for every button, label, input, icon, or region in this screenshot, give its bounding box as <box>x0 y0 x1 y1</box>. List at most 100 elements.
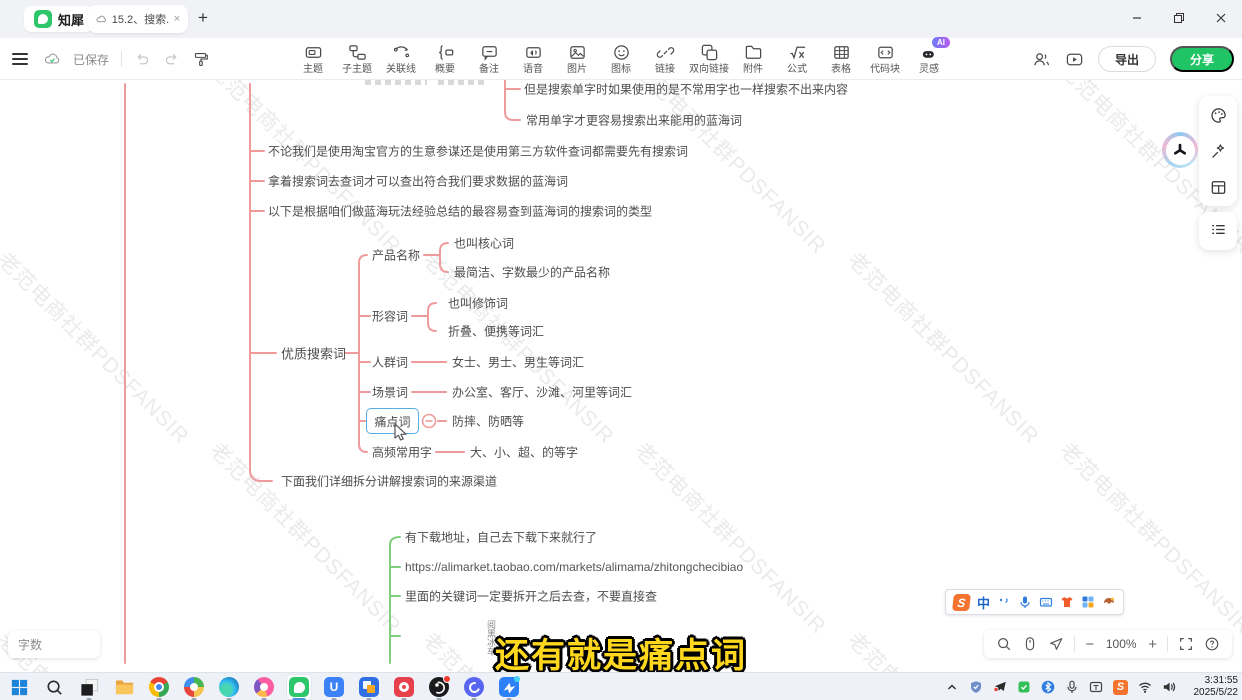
node-source-url[interactable]: https://alimarket.taobao.com/markets/ali… <box>405 560 743 574</box>
tool-table[interactable]: 表格 <box>819 41 863 75</box>
share-button[interactable]: 分享 <box>1170 46 1234 72</box>
tool-voice[interactable]: 语音 <box>511 41 555 75</box>
tool-relation-line[interactable]: 关联线 <box>379 41 423 75</box>
layout-icon[interactable] <box>1209 178 1228 197</box>
tray-green-app-icon[interactable] <box>1017 680 1031 694</box>
menu-hamburger-icon[interactable] <box>8 49 32 69</box>
node-child-label[interactable]: 人群词 <box>372 354 408 371</box>
taskbar-chrome[interactable] <box>146 674 172 700</box>
export-button[interactable]: 导出 <box>1098 46 1156 72</box>
ime-mic-icon[interactable] <box>1018 595 1032 609</box>
tool-image[interactable]: 图片 <box>555 41 599 75</box>
taskbar-o-app[interactable] <box>391 674 417 700</box>
node-statement[interactable]: 拿着搜索词去查词才可以查出符合我们要求数据的蓝海词 <box>268 173 568 190</box>
tool-bidirectional-link[interactable]: 双向链接 <box>687 41 731 75</box>
zoom-in-button[interactable]: + <box>1148 637 1157 652</box>
taskbar-obs[interactable] <box>426 674 452 700</box>
taskbar-clock[interactable]: 3:31:55 2025/5/22 <box>1194 675 1239 699</box>
taskbar-media-app[interactable] <box>251 674 277 700</box>
node-child-label[interactable]: 高频常用字 <box>372 444 432 461</box>
speaker-icon[interactable] <box>1162 680 1176 694</box>
ai-assistant-button[interactable] <box>1162 132 1198 168</box>
taskbar-edge[interactable] <box>216 674 242 700</box>
taskbar-app-snip[interactable] <box>76 674 102 700</box>
node-child-label[interactable]: 场景词 <box>372 384 408 401</box>
node-detail[interactable]: 防摔、防晒等 <box>452 413 524 430</box>
zoom-level[interactable]: 100% <box>1104 637 1138 651</box>
tool-note[interactable]: 备注 <box>467 41 511 75</box>
search-canvas-icon[interactable] <box>996 636 1012 652</box>
node-statement[interactable]: 下面我们详细拆分讲解搜索词的来源渠道 <box>281 473 497 490</box>
locate-center-icon[interactable] <box>1048 636 1064 652</box>
redo-icon[interactable] <box>163 51 180 68</box>
node-child-label[interactable]: 形容词 <box>372 308 408 325</box>
node-quality-keywords[interactable]: 优质搜索词 <box>281 344 346 363</box>
node-statement[interactable]: 但是搜索单字时如果使用的是不常用字也一样搜索不出来内容 <box>524 81 848 98</box>
undo-icon[interactable] <box>134 51 151 68</box>
palette-icon[interactable] <box>1209 106 1228 125</box>
ime-mode-label[interactable]: 中 <box>977 593 990 612</box>
sogou-logo-icon[interactable]: S <box>952 594 971 611</box>
tab-close-icon[interactable]: × <box>174 13 180 25</box>
taskbar-circle-app[interactable] <box>461 674 487 700</box>
restore-button[interactable] <box>1166 6 1192 30</box>
ime-keyboard-icon[interactable] <box>1039 595 1053 609</box>
tool-formula[interactable]: 公式 <box>775 41 819 75</box>
node-source-item[interactable]: 里面的关键词一定要拆开之后去查，不要直接查 <box>405 588 657 605</box>
node-source-item[interactable]: 有下载地址，自己去下载下来就行了 <box>405 529 597 546</box>
mindmap-canvas[interactable]: 老范电商社群PDSFANSIR老范电商社群PDSFANSIR老范电商社群PDSF… <box>0 80 1242 672</box>
tool-link[interactable]: 链接 <box>643 41 687 75</box>
collaborators-icon[interactable] <box>1032 50 1051 69</box>
node-statement[interactable]: 以下是根据咱们做蓝海玩法经验总结的最容易查到蓝海词的搜索词的类型 <box>268 203 652 220</box>
tray-expand-chevron-icon[interactable] <box>945 680 959 694</box>
format-painter-icon[interactable] <box>192 51 209 68</box>
document-tab[interactable]: 15.2、搜索... × <box>88 5 188 33</box>
bluetooth-icon[interactable] <box>1041 680 1055 694</box>
start-button[interactable] <box>6 674 32 700</box>
tool-attachment[interactable]: 附件 <box>731 41 775 75</box>
taskbar-docs-app[interactable] <box>356 674 382 700</box>
telegram-icon[interactable] <box>993 680 1007 694</box>
punctuation-icon[interactable] <box>997 595 1011 609</box>
node-detail[interactable]: 办公室、客厅、沙滩、河里等词汇 <box>452 384 632 401</box>
close-window-button[interactable] <box>1208 6 1234 30</box>
zoom-out-button[interactable]: − <box>1085 637 1094 652</box>
ime-smart-icon[interactable] <box>1102 595 1116 609</box>
taskbar-360-browser[interactable] <box>181 674 207 700</box>
fullscreen-icon[interactable] <box>1178 636 1194 652</box>
node-statement[interactable]: 不论我们是使用淘宝官方的生意参谋还是使用第三方软件查词都需要先有搜索词 <box>268 143 688 160</box>
node-detail[interactable]: 折叠、便携等词汇 <box>448 323 544 340</box>
ime-indicator-icon[interactable] <box>1089 680 1103 694</box>
tool-summary[interactable]: 概要 <box>423 41 467 75</box>
tool-sticker[interactable]: 图标 <box>599 41 643 75</box>
ime-skin-icon[interactable] <box>1060 595 1074 609</box>
magic-wand-icon[interactable] <box>1209 142 1228 161</box>
security-shield-icon[interactable] <box>969 680 983 694</box>
node-statement[interactable]: 常用单字才更容易搜索出来能用的蓝海词 <box>526 112 742 129</box>
taskbar-u-app[interactable]: U <box>321 674 347 700</box>
video-tutorial-icon[interactable] <box>1065 50 1084 69</box>
taskbar-file-explorer[interactable] <box>111 674 137 700</box>
tool-topic[interactable]: 主题 <box>291 41 335 75</box>
ime-toolbox-icon[interactable] <box>1081 595 1095 609</box>
node-detail[interactable]: 也叫核心词 <box>454 235 514 252</box>
tool-inspiration[interactable]: AI 灵感 <box>907 41 951 75</box>
wifi-icon[interactable] <box>1138 680 1152 694</box>
sogou-tray-icon[interactable]: S <box>1113 680 1128 695</box>
node-child-label[interactable]: 产品名称 <box>372 247 420 264</box>
new-tab-button[interactable]: + <box>198 8 208 28</box>
taskbar-zhixi-active[interactable] <box>286 674 312 700</box>
node-detail[interactable]: 大、小、超、的等字 <box>470 444 578 461</box>
node-detail[interactable]: 女士、男士、男生等词汇 <box>452 354 584 371</box>
tool-code-block[interactable]: 代码块 <box>863 41 907 75</box>
outline-list-icon[interactable] <box>1209 220 1228 239</box>
tray-mic-icon[interactable] <box>1065 680 1079 694</box>
word-count-chip[interactable]: 字数 <box>8 631 100 658</box>
app-home-chip[interactable]: 知犀 <box>24 6 94 32</box>
taskbar-search-button[interactable] <box>41 674 67 700</box>
taskbar-thunder-app[interactable] <box>496 674 522 700</box>
minimize-button[interactable] <box>1124 6 1150 30</box>
node-detail[interactable]: 也叫修饰词 <box>448 295 508 312</box>
mouse-mode-icon[interactable] <box>1022 636 1038 652</box>
help-icon[interactable] <box>1204 636 1220 652</box>
